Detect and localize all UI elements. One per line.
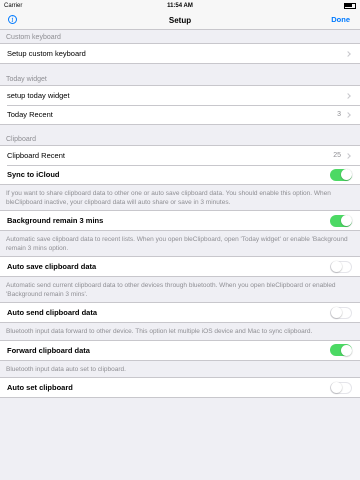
section-header-custom-keyboard: Custom keyboard [6, 34, 61, 41]
sync-icloud-row: Sync to iCloud [0, 165, 360, 184]
auto-send-description: Automatic send current clipboard data to… [6, 282, 336, 298]
info-icon[interactable]: i [8, 15, 17, 24]
background-toggle[interactable] [330, 214, 352, 227]
background-row: Background remain 3 mins [0, 211, 360, 230]
clipboard-recent-value: 25 [333, 152, 341, 159]
chevron-right-icon [345, 92, 351, 99]
auto-set-label: Auto set clipboard [7, 383, 73, 392]
setup-custom-keyboard-label: Setup custom keyboard [7, 49, 86, 58]
background-description: If you want to share clipboard data to o… [6, 190, 331, 206]
background-label: Background remain 3 mins [7, 216, 104, 225]
section-header-today-widget: Today widget [6, 76, 47, 83]
today-widget-group: setup today widget Today Recent 3 [0, 85, 360, 125]
today-recent-value: 3 [337, 111, 341, 118]
auto-set-description: Bluetooth input data auto set to clipboa… [6, 365, 126, 373]
chevron-right-icon [345, 152, 351, 159]
auto-send-toggle[interactable] [330, 306, 352, 319]
battery-icon [239, 2, 356, 9]
setup-today-widget-label: setup today widget [7, 91, 70, 100]
setup-today-widget-row[interactable]: setup today widget [0, 86, 360, 105]
auto-save-group: Auto save clipboard data [0, 256, 360, 277]
forward-group: Forward clipboard data [0, 339, 360, 361]
auto-set-row: Auto set clipboard [0, 378, 360, 397]
auto-save-toggle[interactable] [330, 260, 352, 273]
status-bar: Carrier 11:54 AM [0, 0, 360, 11]
chevron-right-icon [345, 111, 351, 118]
auto-save-row: Auto save clipboard data [0, 257, 360, 276]
forward-toggle[interactable] [330, 344, 352, 356]
background-group: Background remain 3 mins [0, 210, 360, 231]
page-title: Setup [168, 15, 192, 25]
section-header-clipboard: Clipboard [6, 136, 36, 143]
auto-send-label: Auto send clipboard data [7, 308, 98, 317]
setup-custom-keyboard-row[interactable]: Setup custom keyboard [0, 44, 360, 63]
navigation-bar: i Setup Done [0, 11, 360, 30]
clipboard-group: Clipboard Recent 25 Sync to iCloud [0, 145, 360, 185]
forward-row: Forward clipboard data [0, 341, 360, 360]
clipboard-recent-row[interactable]: Clipboard Recent 25 [0, 146, 360, 165]
chevron-right-icon [345, 50, 351, 57]
forward-description: Bluetooth input data forward to other de… [6, 328, 313, 335]
sync-icloud-toggle[interactable] [330, 168, 352, 181]
today-recent-row[interactable]: Today Recent 3 [0, 105, 360, 124]
forward-label: Forward clipboard data [7, 345, 90, 355]
auto-save-label: Auto save clipboard data [7, 262, 97, 271]
auto-send-row: Auto send clipboard data [0, 303, 360, 322]
auto-send-group: Auto send clipboard data [0, 302, 360, 323]
today-recent-label: Today Recent [7, 110, 53, 119]
auto-set-group: Auto set clipboard [0, 377, 360, 398]
custom-keyboard-group: Setup custom keyboard [0, 43, 360, 64]
auto-save-description: Automatic save clipboard data to recent … [6, 236, 348, 252]
clock: 11:54 AM [167, 2, 193, 9]
clipboard-recent-label: Clipboard Recent [7, 151, 65, 160]
done-button[interactable]: Done [331, 11, 350, 29]
auto-set-toggle[interactable] [330, 381, 352, 394]
sync-icloud-label: Sync to iCloud [7, 170, 60, 179]
carrier-label: Carrier [4, 2, 23, 9]
